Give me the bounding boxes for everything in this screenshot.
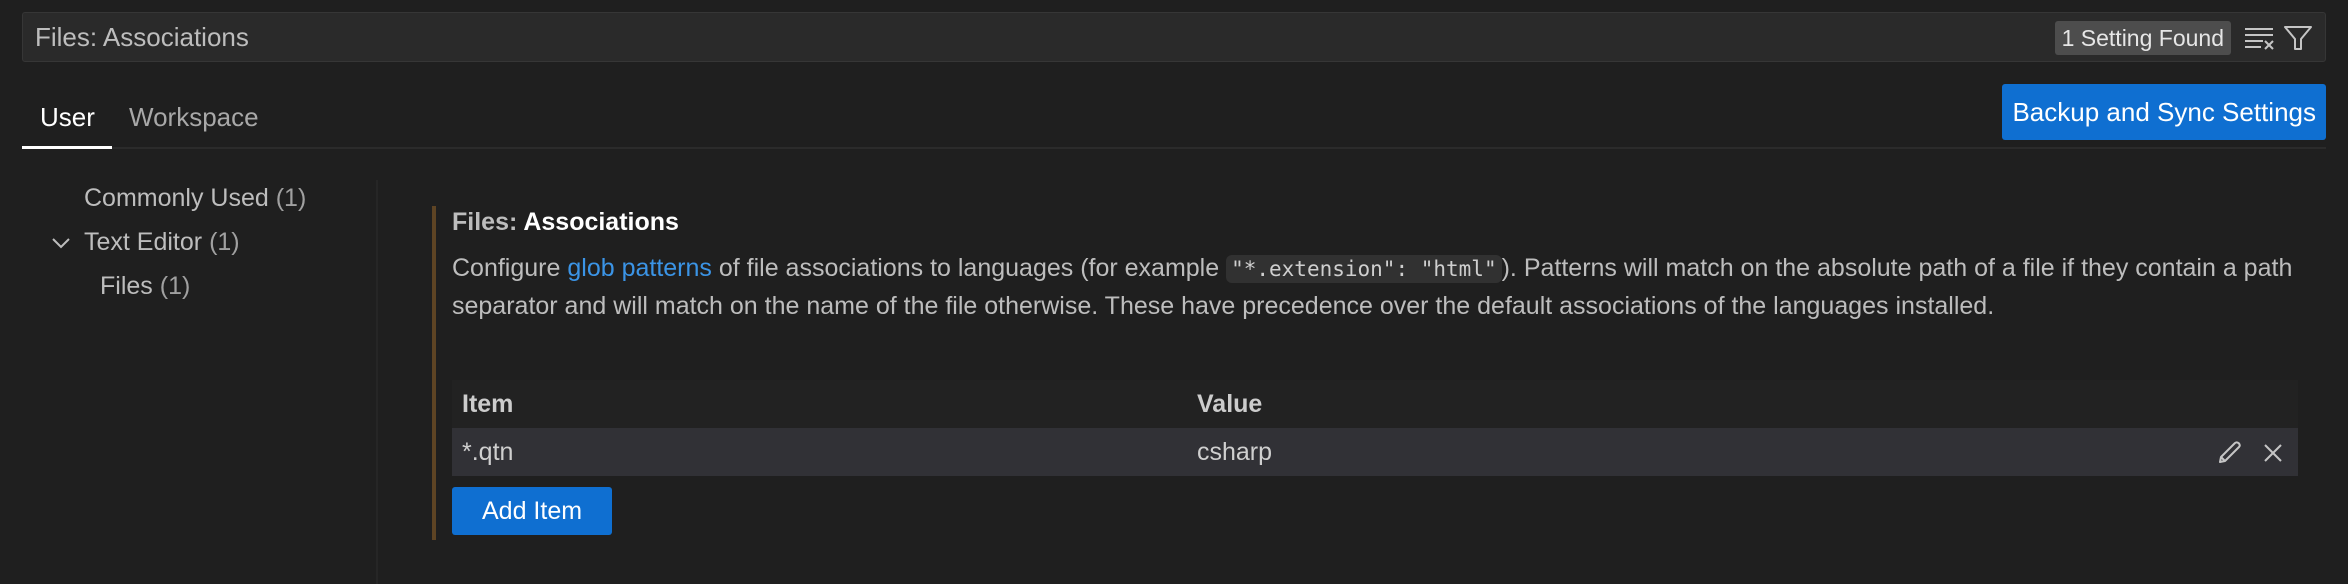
backup-and-sync-button[interactable]: Backup and Sync Settings (2002, 84, 2326, 140)
glob-patterns-link[interactable]: glob patterns (567, 254, 712, 282)
toc-divider (376, 180, 378, 584)
modified-indicator (432, 206, 436, 540)
setting-category: Files: (452, 208, 524, 236)
associations-table: Item Value *.qtn csharp (452, 380, 2298, 476)
settings-search-input[interactable] (35, 13, 2015, 61)
active-tab-indicator (22, 146, 112, 149)
toc-item-text-editor[interactable]: Text Editor (1) (84, 228, 240, 257)
code-example: "*.extension": "html" (1226, 255, 1502, 283)
toc-item-count: (1) (159, 272, 191, 300)
tab-workspace[interactable]: Workspace (129, 92, 259, 148)
result-count-badge: 1 Setting Found (2054, 21, 2231, 55)
table-header: Item Value (452, 380, 2298, 428)
column-header-item: Item (462, 390, 514, 418)
table-row[interactable]: *.qtn csharp (452, 428, 2298, 476)
clear-filter-icon[interactable] (2243, 23, 2277, 53)
settings-scope-tabs: User Workspace (22, 92, 2326, 150)
setting-title: Files: Associations (452, 206, 679, 238)
toc-item-label: Text Editor (84, 228, 203, 256)
tab-user[interactable]: User (40, 92, 95, 148)
add-item-button[interactable]: Add Item (452, 487, 613, 535)
row-value: csharp (1197, 438, 1273, 466)
edit-icon[interactable] (2216, 440, 2242, 466)
desc-text: Configure (452, 254, 568, 282)
setting-description: Configure glob patterns of file associat… (452, 250, 2302, 324)
row-item: *.qtn (462, 438, 514, 466)
toc-item-count: (1) (275, 184, 307, 212)
column-header-value: Value (1197, 390, 1263, 418)
filter-icon[interactable] (2283, 23, 2317, 53)
toc-item-commonly-used[interactable]: Commonly Used (1) (84, 184, 306, 213)
remove-icon[interactable] (2260, 440, 2286, 466)
setting-name: Associations (523, 208, 679, 236)
chevron-down-icon[interactable] (50, 232, 72, 254)
toc-item-label: Files (100, 272, 153, 300)
tabs-divider (112, 147, 2326, 149)
desc-text: of file associations to languages (for e… (711, 254, 1227, 282)
toc-item-count: (1) (209, 228, 240, 256)
toc-item-label: Commonly Used (84, 184, 269, 212)
toc-item-files[interactable]: Files (1) (100, 272, 190, 301)
settings-search-bar: 1 Setting Found (22, 12, 2326, 62)
